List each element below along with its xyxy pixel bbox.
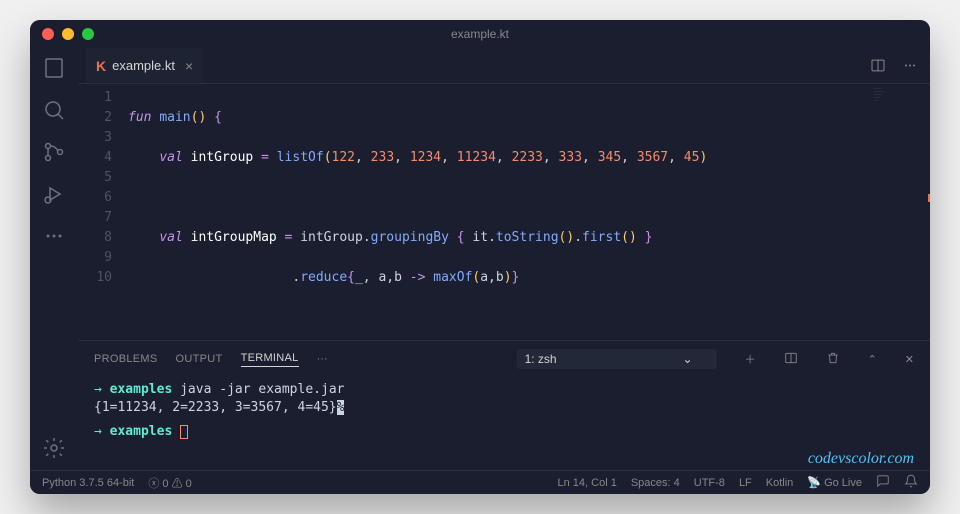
status-python[interactable]: Python 3.7.5 64-bit — [42, 477, 134, 489]
tab-bar: K example.kt × — [78, 48, 930, 84]
feedback-icon[interactable] — [876, 474, 890, 491]
scroll-decoration — [928, 194, 930, 202]
bottom-panel: PROBLEMS OUTPUT TERMINAL ··· 1: zsh ⌄ ＋ — [78, 340, 930, 470]
main-area: K example.kt × ▬▬▬▬▬▬▬▬▬▬▬▬▬▬▬▬▬▬▬▬▬▬▬▬▬… — [30, 48, 930, 470]
minimap[interactable]: ▬▬▬▬▬▬▬▬▬▬▬▬▬▬▬▬▬▬▬▬▬▬▬▬▬▬▬▬▬▬ — [870, 84, 930, 134]
settings-icon[interactable] — [42, 436, 66, 460]
maximize-window-button[interactable] — [82, 28, 94, 40]
split-editor-icon[interactable] — [870, 55, 886, 76]
traffic-lights — [42, 28, 94, 40]
terminal-content[interactable]: → examples java -jar example.jar {1=1123… — [78, 377, 930, 470]
editor-area: K example.kt × ▬▬▬▬▬▬▬▬▬▬▬▬▬▬▬▬▬▬▬▬▬▬▬▬▬… — [78, 48, 930, 470]
more-actions-icon[interactable] — [902, 55, 918, 76]
terminal-select[interactable]: 1: zsh ⌄ — [517, 349, 717, 369]
status-errors[interactable]: ⓧ 0 ⚠ 0 — [148, 475, 191, 491]
chevron-down-icon: ⌄ — [683, 352, 693, 366]
panel-more-icon[interactable]: ··· — [317, 353, 328, 365]
tab-close-button[interactable]: × — [185, 58, 193, 74]
window-title: example.kt — [451, 27, 509, 41]
source-control-icon[interactable] — [42, 140, 66, 164]
maximize-panel-button[interactable]: ⌃ — [868, 353, 877, 366]
kotlin-file-icon: K — [96, 58, 106, 74]
panel-tabs: PROBLEMS OUTPUT TERMINAL ··· 1: zsh ⌄ ＋ — [78, 341, 930, 377]
problems-tab[interactable]: PROBLEMS — [94, 353, 158, 365]
editor-window: example.kt — [30, 20, 930, 494]
status-spaces[interactable]: Spaces: 4 — [631, 477, 680, 489]
more-icon[interactable] — [42, 224, 66, 248]
tab-example-kt[interactable]: K example.kt × — [86, 48, 203, 83]
terminal-cursor — [180, 425, 188, 439]
status-eol[interactable]: LF — [739, 477, 752, 489]
explorer-icon[interactable] — [42, 56, 66, 80]
status-bar: Python 3.7.5 64-bit ⓧ 0 ⚠ 0 Ln 14, Col 1… — [30, 470, 930, 494]
status-cursor[interactable]: Ln 14, Col 1 — [558, 477, 617, 489]
notifications-icon[interactable] — [904, 474, 918, 491]
debug-icon[interactable] — [42, 182, 66, 206]
new-terminal-button[interactable]: ＋ — [745, 351, 756, 367]
line-gutter: 1 2 3 4 5 6 7 8 9 10 — [78, 84, 128, 340]
status-golive[interactable]: 📡 Go Live — [807, 476, 862, 489]
split-terminal-button[interactable] — [784, 351, 798, 368]
titlebar: example.kt — [30, 20, 930, 48]
status-encoding[interactable]: UTF-8 — [694, 477, 725, 489]
close-panel-button[interactable]: ✕ — [905, 353, 914, 366]
status-language[interactable]: Kotlin — [766, 477, 794, 489]
minimize-window-button[interactable] — [62, 28, 74, 40]
tab-filename: example.kt — [112, 58, 175, 73]
search-icon[interactable] — [42, 98, 66, 122]
close-window-button[interactable] — [42, 28, 54, 40]
activity-bar — [30, 48, 78, 470]
kill-terminal-button[interactable] — [826, 351, 840, 368]
terminal-tab[interactable]: TERMINAL — [241, 352, 299, 367]
code-lines: fun main() { val intGroup = listOf(122, … — [128, 84, 930, 340]
watermark: codevscolor.com — [808, 450, 914, 468]
output-tab[interactable]: OUTPUT — [176, 353, 223, 365]
code-editor[interactable]: ▬▬▬▬▬▬▬▬▬▬▬▬▬▬▬▬▬▬▬▬▬▬▬▬▬▬▬▬▬▬ 1 2 3 4 5… — [78, 84, 930, 340]
